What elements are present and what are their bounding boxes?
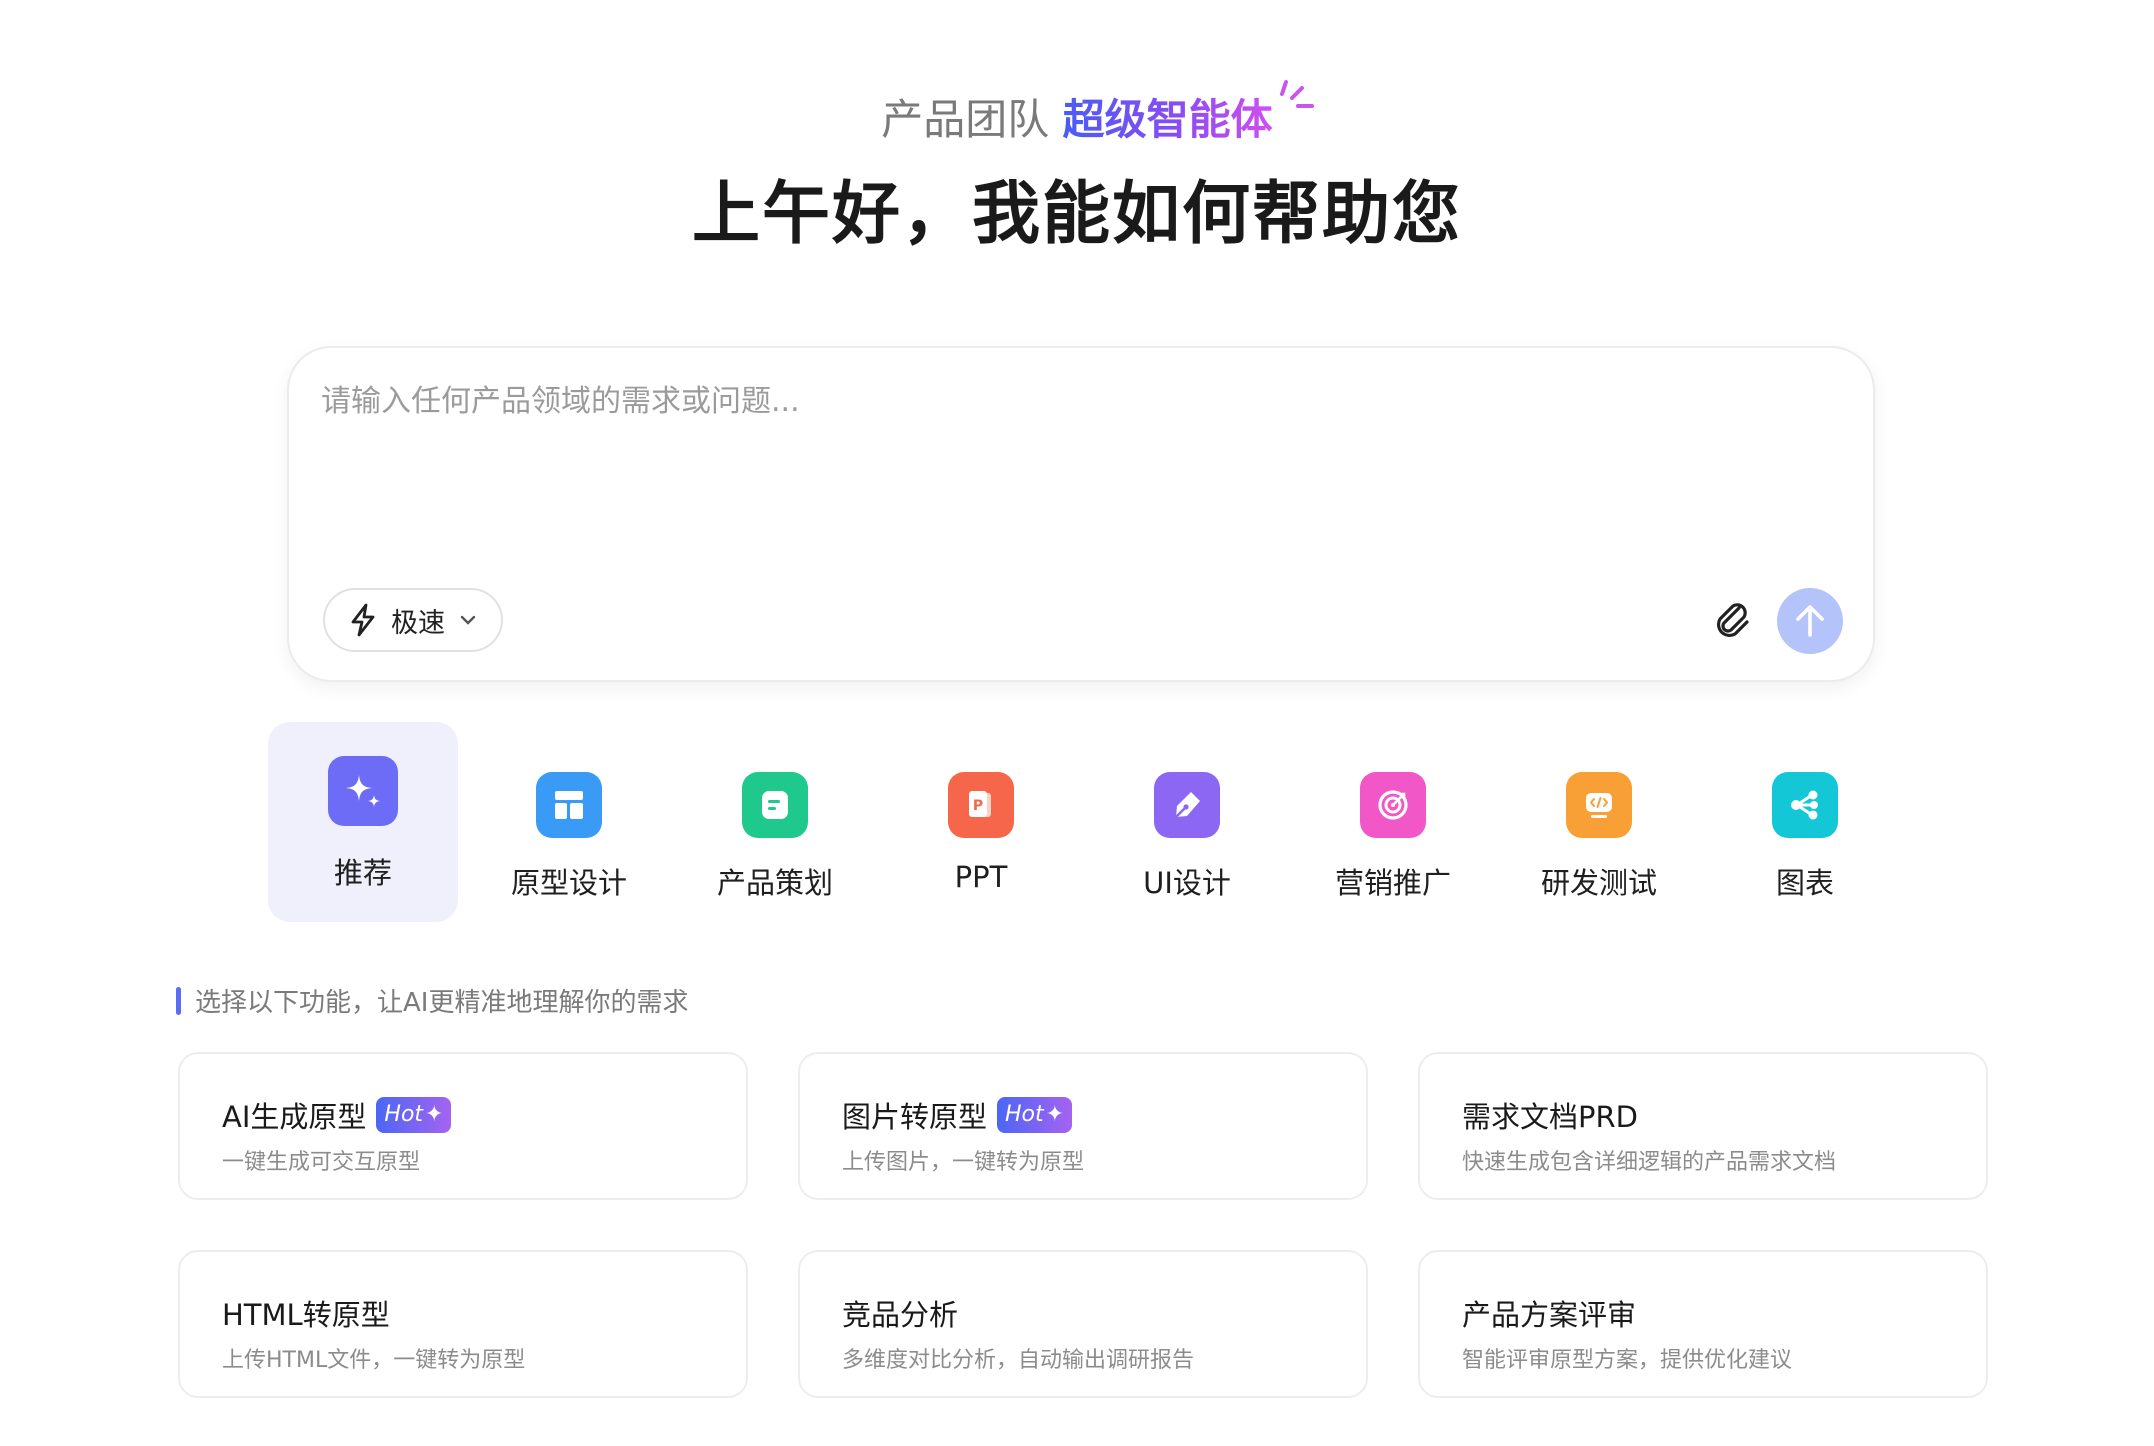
accent-bar xyxy=(176,986,181,1015)
feature-card-solution-review[interactable]: 产品方案评审 智能评审原型方案，提供优化建议 xyxy=(1418,1250,1988,1398)
card-title-text: AI生成原型 xyxy=(222,1100,367,1134)
tab-chart[interactable]: 图表 xyxy=(1710,722,1900,922)
tab-label: UI设计 xyxy=(1143,866,1231,900)
card-desc: 快速生成包含详细逻辑的产品需求文档 xyxy=(1462,1150,1837,1175)
brand-heading: 产品团队 超级智能体 xyxy=(0,92,2154,148)
send-button[interactable] xyxy=(1777,588,1843,654)
card-title: 图片转原型 Hot ✦ xyxy=(842,1094,1073,1136)
tab-ui-design[interactable]: UI设计 xyxy=(1092,722,1282,922)
paperclip-icon[interactable] xyxy=(1709,596,1757,644)
prompt-card: 极速 xyxy=(287,346,1875,682)
home-page: 产品团队 超级智能体 上午好，我能如何帮助您 极速 xyxy=(0,0,2154,1446)
card-title-text: 竞品分析 xyxy=(842,1298,959,1332)
document-icon xyxy=(742,772,808,838)
code-icon xyxy=(1566,772,1632,838)
tab-ppt[interactable]: P PPT xyxy=(886,722,1076,922)
chevron-down-icon xyxy=(460,615,476,625)
card-title-text: 产品方案评审 xyxy=(1462,1298,1637,1332)
arrow-up-icon xyxy=(1796,605,1824,637)
tab-label: 营销推广 xyxy=(1334,866,1451,900)
prompt-input[interactable] xyxy=(321,380,1841,560)
tab-label: 研发测试 xyxy=(1540,866,1657,900)
layout-icon xyxy=(536,772,602,838)
feature-card-competitor-analysis[interactable]: 竞品分析 多维度对比分析，自动输出调研报告 xyxy=(798,1250,1368,1398)
sparkle-icon: ✦ xyxy=(425,1102,444,1127)
mode-label: 极速 xyxy=(391,607,445,639)
card-title-text: HTML转原型 xyxy=(222,1298,390,1332)
tab-prototype[interactable]: 原型设计 xyxy=(474,722,664,922)
card-title: 需求文档PRD xyxy=(1462,1094,1638,1136)
hint-text: 选择以下功能，让AI更精准地理解你的需求 xyxy=(195,988,689,1018)
ppt-icon: P xyxy=(948,772,1014,838)
hot-badge: Hot ✦ xyxy=(376,1097,452,1133)
tab-label: 推荐 xyxy=(333,856,392,890)
card-desc: 上传HTML文件，一键转为原型 xyxy=(222,1348,526,1373)
tab-label: 原型设计 xyxy=(510,866,627,900)
tab-marketing[interactable]: 营销推广 xyxy=(1298,722,1488,922)
agent-label: 超级智能体 xyxy=(1062,95,1273,144)
card-desc: 智能评审原型方案，提供优化建议 xyxy=(1462,1348,1793,1373)
sparkle-icon: ✦ xyxy=(1045,1102,1065,1127)
svg-text:P: P xyxy=(973,798,983,814)
tab-label: 产品策划 xyxy=(716,866,833,900)
hot-badge: Hot ✦ xyxy=(997,1097,1073,1133)
card-desc: 一键生成可交互原型 xyxy=(222,1150,421,1175)
feature-card-prd[interactable]: 需求文档PRD 快速生成包含详细逻辑的产品需求文档 xyxy=(1418,1052,1988,1200)
card-title: 竞品分析 xyxy=(842,1292,958,1334)
tab-rd-testing[interactable]: 研发测试 xyxy=(1504,722,1694,922)
card-desc: 多维度对比分析，自动输出调研报告 xyxy=(842,1348,1195,1373)
feature-card-html-to-prototype[interactable]: HTML转原型 上传HTML文件，一键转为原型 xyxy=(178,1250,748,1398)
card-title-text: 需求文档PRD xyxy=(1462,1100,1638,1134)
hot-badge-text: Hot xyxy=(384,1102,424,1127)
team-label: 产品团队 xyxy=(881,95,1050,144)
sparkle-icon xyxy=(328,756,398,826)
feature-card-image-to-prototype[interactable]: 图片转原型 Hot ✦ 上传图片，一键转为原型 xyxy=(798,1052,1368,1200)
card-title: 产品方案评审 xyxy=(1462,1292,1636,1334)
tab-label: 图表 xyxy=(1775,866,1834,900)
tab-product-planning[interactable]: 产品策划 xyxy=(680,722,870,922)
tab-label: PPT xyxy=(954,860,1008,894)
target-icon xyxy=(1360,772,1426,838)
card-title: HTML转原型 xyxy=(222,1292,390,1334)
feature-card-ai-prototype[interactable]: AI生成原型 Hot ✦ 一键生成可交互原型 xyxy=(178,1052,748,1200)
share-nodes-icon xyxy=(1772,772,1838,838)
card-title: AI生成原型 Hot ✦ xyxy=(222,1094,452,1136)
category-tabs: 推荐 原型设计 产品策划 P PPT UI设计 营销推广 研发测试 图表 xyxy=(268,722,1908,922)
tab-recommend[interactable]: 推荐 xyxy=(268,722,458,922)
spark-decoration-icon xyxy=(1280,80,1314,108)
pen-icon xyxy=(1154,772,1220,838)
card-title-text: 图片转原型 xyxy=(842,1100,988,1134)
hot-badge-text: Hot xyxy=(1005,1102,1044,1127)
section-hint: 选择以下功能，让AI更精准地理解你的需求 xyxy=(176,982,688,1019)
mode-select-button[interactable]: 极速 xyxy=(323,588,503,652)
greeting-title: 上午好，我能如何帮助您 xyxy=(691,175,1462,254)
lightning-icon xyxy=(351,603,375,637)
card-desc: 上传图片，一键转为原型 xyxy=(842,1150,1085,1175)
